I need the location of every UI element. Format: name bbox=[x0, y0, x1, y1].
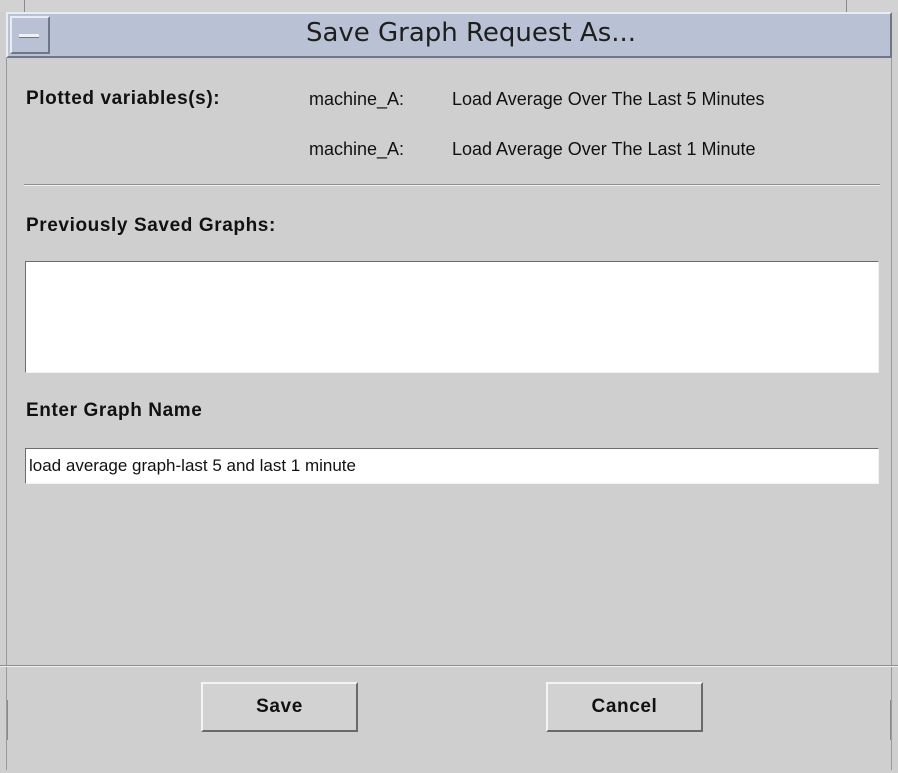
plotted-host-2: machine_A: bbox=[309, 139, 405, 159]
frame-notch-left bbox=[24, 0, 25, 12]
window-title: Save Graph Request As... bbox=[305, 18, 637, 48]
plotted-metric-1: Load Average Over The Last 5 Minutes bbox=[452, 89, 765, 109]
cancel-button[interactable]: Cancel bbox=[546, 682, 703, 732]
plotted-host-1: machine_A: bbox=[309, 89, 405, 109]
graph-name-input[interactable] bbox=[25, 448, 879, 484]
section-divider bbox=[24, 184, 880, 186]
frame-edge-left bbox=[7, 700, 8, 740]
graph-name-label: Enter Graph Name bbox=[26, 400, 203, 421]
frame-notch-right bbox=[846, 0, 847, 12]
window-frame-top bbox=[0, 0, 898, 12]
saved-graphs-list[interactable] bbox=[25, 261, 879, 373]
frame-edge-right bbox=[890, 700, 891, 740]
plotted-variables-label: Plotted variables(s): bbox=[26, 88, 221, 109]
window-menu-icon bbox=[19, 34, 39, 38]
button-bar-divider bbox=[0, 665, 898, 667]
saved-graphs-label: Previously Saved Graphs: bbox=[26, 215, 276, 236]
window-menu-button[interactable] bbox=[10, 16, 50, 54]
save-button[interactable]: Save bbox=[201, 682, 358, 732]
plotted-metric-2: Load Average Over The Last 1 Minute bbox=[452, 139, 756, 159]
title-bar[interactable]: Save Graph Request As... bbox=[6, 12, 892, 58]
save-graph-dialog: Save Graph Request As... Plotted variabl… bbox=[0, 0, 898, 773]
